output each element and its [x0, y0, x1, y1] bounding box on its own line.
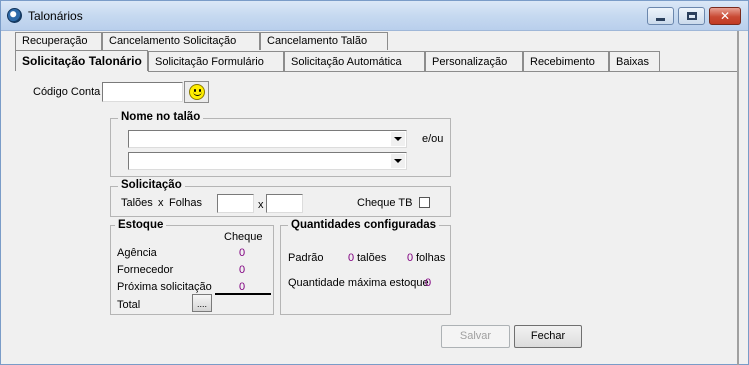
padrao-folhas-unit: folhas [416, 252, 446, 264]
padrao-taloes-value: 0 [348, 252, 355, 264]
salvar-button[interactable]: Salvar [441, 325, 510, 348]
maximize-icon [686, 12, 697, 20]
minimize-icon [656, 17, 665, 21]
e-ou-label: e/ou [422, 133, 444, 145]
quantidade-maxima-value: 0 [425, 277, 432, 289]
padrao-taloes-unit: talões [357, 252, 387, 264]
times-separator: x [258, 199, 264, 211]
proxima-solicitacao-label: Próxima solicitação [117, 281, 212, 293]
smiley-icon [188, 84, 205, 100]
dropdown-arrow-icon[interactable] [391, 154, 405, 168]
talonarios-window: Talonários ✕ Recuperação Cancelamento So… [0, 0, 749, 365]
times-label: x [158, 197, 164, 209]
cheque-column-header: Cheque [224, 231, 263, 243]
codigo-conta-label: Código Conta [33, 86, 101, 98]
padrao-label: Padrão [288, 252, 324, 264]
dropdown-arrow-icon[interactable] [391, 132, 405, 146]
padrao-folhas-value: 0 [407, 252, 414, 264]
app-icon [7, 8, 22, 23]
fornecedor-label: Fornecedor [117, 264, 174, 276]
nome-no-talao-title: Nome no talão [118, 111, 204, 123]
tab-strip-divider [148, 71, 738, 72]
window-right-edge [737, 31, 739, 365]
estoque-title: Estoque [115, 219, 167, 231]
quantidade-maxima-label: Quantidade máxima estoque [288, 277, 429, 289]
folhas-label: Folhas [169, 197, 203, 209]
fornecedor-value: 0 [239, 264, 246, 276]
tab-personalizacao[interactable]: Personalização [425, 51, 523, 71]
agencia-label: Agência [117, 247, 157, 259]
minimize-button[interactable] [647, 7, 674, 25]
tab-solicitacao-talonario[interactable]: Solicitação Talonário [15, 50, 148, 71]
taloes-quantity-input[interactable] [217, 194, 254, 213]
tab-cancelamento-solicitacao[interactable]: Cancelamento Solicitação [102, 32, 260, 50]
tab-baixas[interactable]: Baixas [609, 51, 660, 71]
solicitacao-title: Solicitação [118, 179, 185, 191]
folhas-quantity-input[interactable] [266, 194, 303, 213]
tab-solicitacao-automatica[interactable]: Solicitação Automática [284, 51, 425, 71]
taloes-label: Talões [121, 197, 153, 209]
fechar-button[interactable]: Fechar [514, 325, 582, 348]
close-icon: ✕ [719, 9, 731, 23]
total-label: Total [117, 299, 141, 311]
tab-recebimento[interactable]: Recebimento [523, 51, 609, 71]
tab-cancelamento-talao[interactable]: Cancelamento Talão [260, 32, 388, 50]
codigo-conta-input[interactable] [102, 82, 183, 102]
search-conta-button[interactable] [184, 81, 209, 103]
nome-talao-combo-2[interactable] [128, 152, 407, 170]
quantidades-configuradas-title: Quantidades configuradas [288, 219, 440, 231]
cheque-tb-label: Cheque TB [357, 197, 413, 209]
window-title: Talonários [28, 9, 83, 23]
total-details-button[interactable]: .... [192, 294, 212, 312]
close-window-button[interactable]: ✕ [709, 7, 741, 25]
tab-solicitacao-formulario[interactable]: Solicitação Formulário [148, 51, 284, 71]
proxima-solicitacao-value: 0 [239, 281, 246, 293]
quantidades-configuradas-group [280, 225, 451, 315]
agencia-value: 0 [239, 247, 246, 259]
title-bar: Talonários ✕ [1, 1, 748, 31]
total-separator-line [215, 293, 271, 295]
cheque-tb-checkbox[interactable] [419, 197, 430, 208]
nome-talao-combo-1[interactable] [128, 130, 407, 148]
maximize-button[interactable] [678, 7, 705, 25]
tab-recuperacao[interactable]: Recuperação [15, 32, 102, 50]
